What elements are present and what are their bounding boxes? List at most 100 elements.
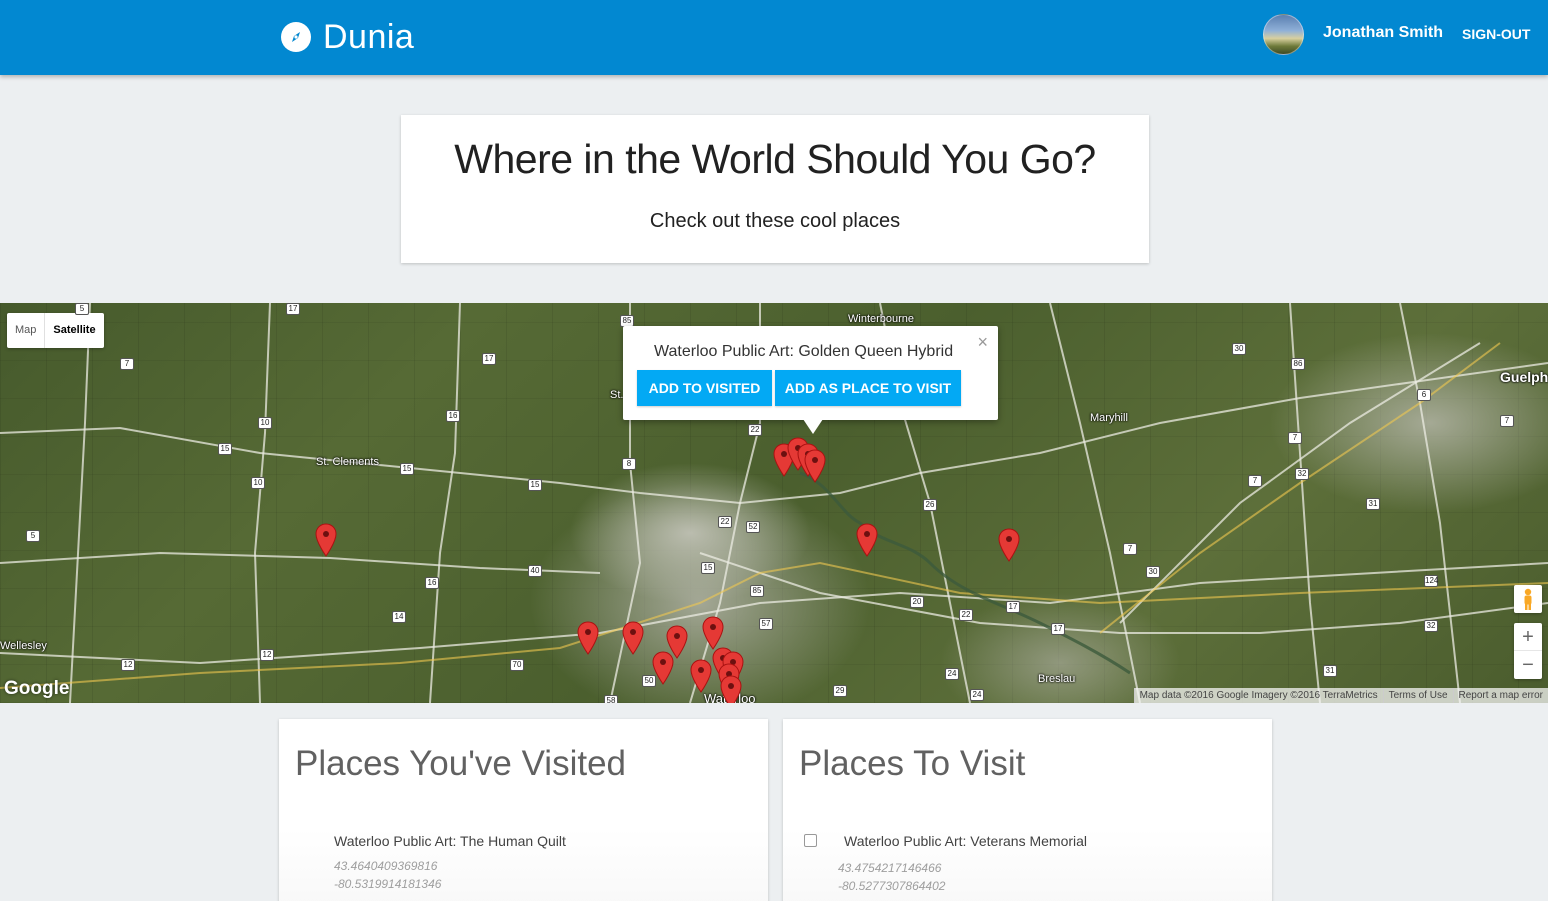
visited-item-name[interactable]: Waterloo Public Art: The Human Quilt — [334, 833, 566, 849]
road-shield: 24 — [945, 668, 959, 680]
map-attribution: Map data ©2016 Google Imagery ©2016 Terr… — [1133, 688, 1548, 703]
road-shield: 31 — [1366, 498, 1380, 510]
top-app-bar: Dunia Jonathan Smith SIGN-OUT — [0, 0, 1548, 75]
road-shield: 30 — [1146, 566, 1160, 578]
google-logo: Google — [4, 678, 70, 699]
signout-button[interactable]: SIGN-OUT — [1462, 26, 1530, 42]
road-shield: 15 — [701, 562, 715, 574]
road-shield: 17 — [1006, 601, 1020, 613]
road-shield: 8 — [622, 458, 636, 470]
road-shield: 15 — [400, 463, 414, 475]
avatar[interactable] — [1263, 14, 1304, 55]
map-marker[interactable] — [804, 449, 826, 483]
map-canvas[interactable]: Map Satellite Winterbourne St. Clements … — [0, 303, 1548, 703]
road-shield: 15 — [218, 443, 232, 455]
visited-title: Places You've Visited — [295, 744, 626, 783]
place-label: Guelph — [1500, 369, 1548, 385]
hero-card: Where in the World Should You Go? Check … — [401, 115, 1149, 263]
terms-of-use-link[interactable]: Terms of Use — [1382, 688, 1453, 703]
road-shield: 7 — [1123, 543, 1137, 555]
road-shield: 29 — [833, 685, 847, 697]
road-shield: 57 — [759, 618, 773, 630]
map-type-control: Map Satellite — [7, 313, 104, 348]
road-shield: 17 — [1051, 623, 1065, 635]
road-shield: 17 — [482, 353, 496, 365]
road-shield: 15 — [528, 479, 542, 491]
brand-link[interactable]: Dunia — [281, 17, 414, 57]
map-marker[interactable] — [690, 659, 712, 693]
place-label: Maryhill — [1090, 412, 1128, 424]
to-visit-title: Places To Visit — [799, 744, 1026, 783]
map-marker[interactable] — [577, 621, 599, 655]
report-map-error-link[interactable]: Report a map error — [1452, 688, 1548, 703]
brand-name: Dunia — [323, 17, 415, 56]
road-shield: 85 — [750, 585, 764, 597]
road-shield: 22 — [718, 516, 732, 528]
map-marker[interactable] — [315, 523, 337, 557]
user-name: Jonathan Smith — [1323, 24, 1444, 41]
road-shield: 7 — [1248, 475, 1262, 487]
road-shield: 24 — [970, 689, 984, 701]
road-shield: 7 — [1500, 415, 1514, 427]
road-shield: 12 — [260, 649, 274, 661]
road-shield: 30 — [1232, 343, 1246, 355]
road-shield: 70 — [510, 659, 524, 671]
map-marker[interactable] — [652, 651, 674, 685]
map-type-satellite[interactable]: Satellite — [44, 313, 103, 348]
to-visit-item-lng: -80.5277307864402 — [838, 879, 946, 893]
to-visit-item-name[interactable]: Waterloo Public Art: Veterans Memorial — [844, 833, 1087, 849]
road-shield: 22 — [748, 424, 762, 436]
zoom-out-button[interactable]: − — [1514, 651, 1542, 679]
road-shield: 17 — [286, 303, 300, 315]
visited-item-lng: -80.5319914181346 — [334, 877, 442, 891]
road-shield: 6 — [1417, 389, 1431, 401]
road-shield: 32 — [1295, 468, 1309, 480]
road-shield: 5 — [26, 530, 40, 542]
map-type-map[interactable]: Map — [7, 313, 44, 348]
info-window-title: Waterloo Public Art: Golden Queen Hybrid — [654, 343, 954, 360]
road-shield: 31 — [1323, 665, 1337, 677]
road-shield: 14 — [392, 611, 406, 623]
visited-card: Places You've Visited Waterloo Public Ar… — [279, 719, 768, 901]
close-icon[interactable]: × — [977, 332, 988, 353]
road-shield: 86 — [1291, 358, 1305, 370]
road-shield: 52 — [746, 521, 760, 533]
to-visit-checkbox[interactable] — [804, 834, 817, 847]
place-label: St. — [610, 389, 624, 401]
map-marker[interactable] — [998, 528, 1020, 562]
road-shield: 16 — [446, 410, 460, 422]
page-subtitle: Check out these cool places — [649, 210, 901, 232]
road-shield: 10 — [258, 417, 272, 429]
road-shield: 7 — [120, 358, 134, 370]
road-shield: 32 — [1424, 620, 1438, 632]
pegman-icon[interactable] — [1514, 585, 1542, 613]
map-marker[interactable] — [856, 523, 878, 557]
road-shield: 16 — [425, 577, 439, 589]
road-shield: 22 — [959, 609, 973, 621]
road-shield: 7 — [1288, 432, 1302, 444]
map-marker[interactable] — [720, 675, 742, 703]
place-label: Breslau — [1038, 673, 1076, 685]
info-window: Waterloo Public Art: Golden Queen Hybrid… — [623, 326, 998, 434]
to-visit-item-lat: 43.4754217146466 — [838, 861, 942, 875]
add-place-to-visit-button[interactable]: ADD AS PLACE TO VISIT — [775, 370, 961, 406]
zoom-control: + − — [1514, 623, 1542, 679]
road-shield: 20 — [910, 596, 924, 608]
map-data-credit: Map data ©2016 Google Imagery ©2016 Terr… — [1133, 688, 1383, 703]
road-shield: 58 — [604, 695, 618, 703]
compass-icon — [281, 22, 311, 52]
road-shield: 10 — [251, 477, 265, 489]
place-label: Wellesley — [0, 640, 47, 652]
road-shield: 40 — [528, 565, 542, 577]
road-shield: 5 — [75, 303, 89, 315]
place-label: St. Clements — [316, 456, 379, 468]
map-marker[interactable] — [702, 616, 724, 650]
to-visit-card: Places To Visit Waterloo Public Art: Vet… — [783, 719, 1272, 901]
road-shield: 12 — [121, 659, 135, 671]
add-to-visited-button[interactable]: ADD TO VISITED — [637, 370, 772, 406]
zoom-in-button[interactable]: + — [1514, 623, 1542, 651]
road-shield: 124 — [1424, 575, 1439, 587]
visited-item-lat: 43.4640409369816 — [334, 859, 438, 873]
map-marker[interactable] — [622, 621, 644, 655]
road-shield: 26 — [923, 499, 937, 511]
